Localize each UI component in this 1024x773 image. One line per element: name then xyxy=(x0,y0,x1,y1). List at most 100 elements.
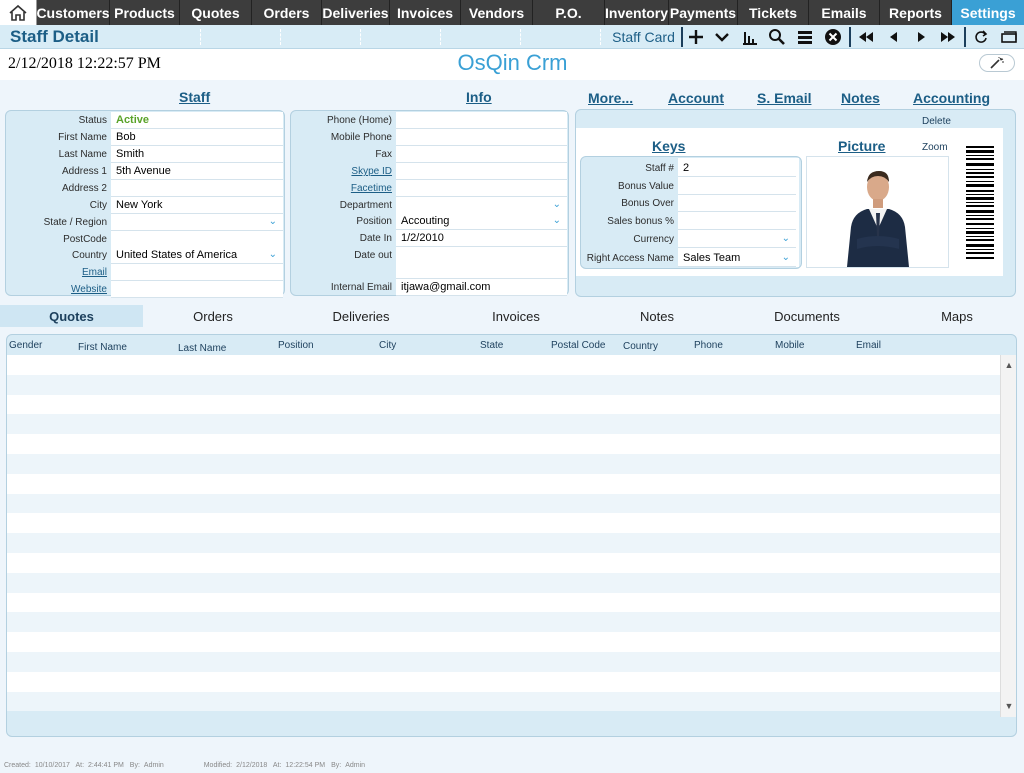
last-record-button[interactable] xyxy=(935,25,961,49)
column-header-last-name[interactable]: Last Name xyxy=(178,343,226,354)
grid-scrollbar[interactable]: ▲ ▼ xyxy=(1000,355,1016,717)
table-row[interactable] xyxy=(7,572,1000,593)
table-row[interactable] xyxy=(7,434,1000,454)
column-header-gender[interactable]: Gender xyxy=(9,340,42,351)
currency-select[interactable]: ⌄ xyxy=(678,231,796,248)
nav-quotes[interactable]: Quotes xyxy=(180,0,252,25)
add-button[interactable] xyxy=(683,25,709,49)
nav-emails[interactable]: Emails xyxy=(809,0,880,25)
first-name-field[interactable]: Bob xyxy=(111,129,283,146)
city-field[interactable]: New York xyxy=(111,197,283,214)
nav-invoices[interactable]: Invoices xyxy=(390,0,461,25)
keys-link[interactable]: Keys xyxy=(652,138,685,154)
column-header-postal-code[interactable]: Postal Code xyxy=(551,340,605,351)
nav-tickets[interactable]: Tickets xyxy=(738,0,809,25)
zoom-button[interactable]: Zoom xyxy=(922,142,948,153)
tab-quotes[interactable]: Quotes xyxy=(0,305,143,327)
staff-card-button[interactable]: Staff Card xyxy=(606,25,681,49)
table-row[interactable] xyxy=(7,414,1000,435)
date-in-field[interactable]: 1/2/2010 xyxy=(396,230,567,247)
search-button[interactable] xyxy=(764,25,790,49)
table-row[interactable] xyxy=(7,612,1000,633)
nav-products[interactable]: Products xyxy=(110,0,180,25)
nav-orders[interactable]: Orders xyxy=(252,0,322,25)
home-button[interactable] xyxy=(0,0,37,25)
table-row[interactable] xyxy=(7,513,1000,534)
nav-vendors[interactable]: Vendors xyxy=(461,0,533,25)
mobile-phone-field[interactable] xyxy=(396,129,567,146)
window-button[interactable] xyxy=(996,25,1022,49)
skype-link[interactable]: Skype ID xyxy=(291,163,396,180)
table-row[interactable] xyxy=(7,533,1000,553)
phone-home-field[interactable] xyxy=(396,112,567,129)
tab-notes[interactable]: Notes xyxy=(587,305,727,327)
right-access-select[interactable]: Sales Team ⌄ xyxy=(678,250,796,267)
first-record-button[interactable] xyxy=(853,25,879,49)
column-header-country[interactable]: Country xyxy=(623,341,658,352)
nav-po[interactable]: P.O. xyxy=(533,0,605,25)
magic-wand-button[interactable] xyxy=(979,54,1015,72)
table-row[interactable] xyxy=(7,671,1000,692)
column-header-phone[interactable]: Phone xyxy=(694,340,723,351)
tab-deliveries[interactable]: Deliveries xyxy=(291,305,431,327)
column-header-mobile[interactable]: Mobile xyxy=(775,340,804,351)
tab-orders[interactable]: Orders xyxy=(143,305,283,327)
status-field[interactable]: Active xyxy=(111,112,283,129)
nav-reports[interactable]: Reports xyxy=(880,0,952,25)
column-header-email[interactable]: Email xyxy=(856,340,881,351)
column-header-city[interactable]: City xyxy=(379,340,396,351)
info-section-link[interactable]: Info xyxy=(466,89,492,105)
list-button[interactable] xyxy=(792,25,818,49)
staff-photo[interactable] xyxy=(806,156,949,268)
date-out-field[interactable] xyxy=(396,247,567,279)
website-link[interactable]: Website xyxy=(6,281,111,298)
nav-customers[interactable]: Customers xyxy=(36,0,110,25)
column-header-first-name[interactable]: First Name xyxy=(78,342,127,353)
table-row[interactable] xyxy=(7,473,1000,494)
facetime-field[interactable] xyxy=(396,180,567,197)
fax-field[interactable] xyxy=(396,146,567,163)
bonus-value-field[interactable] xyxy=(678,178,796,195)
facetime-link[interactable]: Facetime xyxy=(291,180,396,197)
close-record-button[interactable] xyxy=(820,25,846,49)
table-row[interactable] xyxy=(7,374,1000,395)
table-row[interactable] xyxy=(7,592,1000,613)
tab-documents[interactable]: Documents xyxy=(737,305,877,327)
nav-inventory[interactable]: Inventory xyxy=(605,0,669,25)
table-row[interactable] xyxy=(7,453,1000,474)
refresh-button[interactable] xyxy=(968,25,994,49)
delete-button[interactable]: Delete xyxy=(922,116,951,127)
scroll-up-icon[interactable]: ▲ xyxy=(1001,357,1016,373)
address1-field[interactable]: 5th Avenue xyxy=(111,163,283,180)
staff-section-link[interactable]: Staff xyxy=(179,89,210,105)
country-select[interactable]: United States of America ⌄ xyxy=(111,247,283,264)
tab-maps[interactable]: Maps xyxy=(887,305,1024,327)
website-field[interactable] xyxy=(111,281,283,298)
address2-field[interactable] xyxy=(111,180,283,197)
table-row[interactable] xyxy=(7,355,1000,375)
dropdown-button[interactable] xyxy=(709,25,735,49)
staff-number-field[interactable]: 2 xyxy=(678,160,796,177)
table-row[interactable] xyxy=(7,632,1000,652)
last-name-field[interactable]: Smith xyxy=(111,146,283,163)
column-header-position[interactable]: Position xyxy=(278,340,314,351)
internal-email-field[interactable]: itjawa@gmail.com xyxy=(396,279,567,296)
department-select[interactable]: ⌄ xyxy=(396,197,567,214)
position-select[interactable]: Accouting ⌄ xyxy=(396,213,567,230)
previous-record-button[interactable] xyxy=(881,25,907,49)
account-link[interactable]: Account xyxy=(668,90,724,106)
notes-link[interactable]: Notes xyxy=(841,90,880,106)
s-email-link[interactable]: S. Email xyxy=(757,90,811,106)
chart-button[interactable] xyxy=(737,25,763,49)
next-record-button[interactable] xyxy=(908,25,934,49)
scroll-down-icon[interactable]: ▼ xyxy=(1001,698,1016,714)
nav-deliveries[interactable]: Deliveries xyxy=(322,0,390,25)
picture-link[interactable]: Picture xyxy=(838,138,885,154)
tab-invoices[interactable]: Invoices xyxy=(446,305,586,327)
skype-field[interactable] xyxy=(396,163,567,180)
sales-bonus-field[interactable] xyxy=(678,213,796,230)
accounting-link[interactable]: Accounting xyxy=(913,90,990,106)
state-select[interactable]: ⌄ xyxy=(111,214,283,231)
email-link[interactable]: Email xyxy=(6,264,111,281)
nav-payments[interactable]: Payments xyxy=(669,0,738,25)
